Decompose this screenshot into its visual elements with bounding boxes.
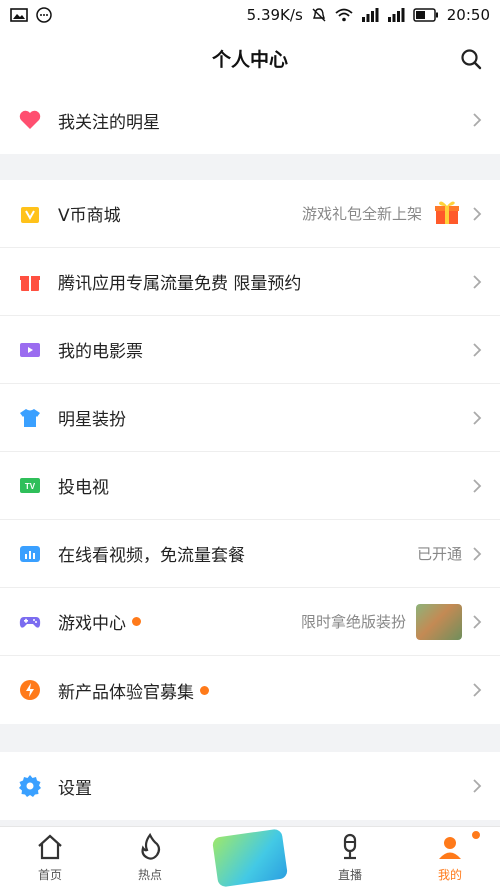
bottom-tab-bar: 首页 热点 直播 我的: [0, 826, 500, 888]
gift-box-icon: [18, 270, 42, 294]
promo-banner-tab[interactable]: [200, 827, 300, 888]
microphone-icon: [335, 832, 365, 862]
list-item[interactable]: 设置: [0, 752, 500, 820]
chevron-right-icon: [473, 113, 482, 127]
tshirt-icon: [18, 406, 42, 430]
list-item[interactable]: 我关注的明星: [0, 86, 500, 154]
list-item-label: 我关注的明星: [58, 112, 160, 133]
notification-dot: [132, 617, 141, 626]
list-item-right: [472, 778, 482, 794]
list-item-right: [472, 342, 482, 358]
page-header: 个人中心: [0, 30, 500, 88]
gallery-icon: [10, 8, 28, 22]
following-section: 我关注的明星: [0, 86, 500, 154]
tab-label: 我的: [437, 868, 462, 882]
chevron-right-icon: [473, 206, 482, 221]
list-item[interactable]: 明星装扮: [0, 384, 500, 452]
list-item-right: [472, 682, 482, 698]
wifi-icon: [335, 8, 353, 22]
chevron-right-icon: [473, 342, 482, 357]
lightning-icon: [18, 678, 42, 702]
list-item-right: 已开通: [417, 543, 482, 564]
gear-icon: [18, 774, 42, 798]
search-icon[interactable]: [460, 48, 482, 70]
chart-icon: [18, 542, 42, 566]
chevron-right-icon: [473, 410, 482, 425]
chevron-right-icon: [473, 779, 482, 793]
services-section: V币商城 游戏礼包全新上架腾讯应用专属流量免费 限量预约 我的电影票明星装扮 TV 投电…: [0, 180, 500, 724]
list-item-right: [472, 112, 482, 128]
movie-ticket-icon: [18, 338, 42, 362]
list-item-right: [472, 410, 482, 426]
tab-flame[interactable]: 热点: [100, 827, 200, 888]
tab-label: 首页: [37, 868, 62, 882]
notification-dot: [470, 829, 482, 841]
list-item-label: 游戏中心: [58, 614, 126, 634]
list-item-label: 设置: [58, 778, 92, 799]
list-item[interactable]: V币商城 游戏礼包全新上架: [0, 180, 500, 248]
list-item[interactable]: 在线看视频，免流量套餐 已开通: [0, 520, 500, 588]
gamepad-icon: [18, 610, 42, 634]
clock: 20:50: [446, 6, 490, 24]
status-bar: 5.39K/s 20:50: [0, 0, 500, 30]
list-item-label: 我的电影票: [58, 342, 143, 362]
list-item-label: V币商城: [58, 206, 121, 226]
chevron-right-icon: [473, 274, 482, 289]
notification-dot: [200, 685, 209, 695]
list-item-right: 游戏礼包全新上架: [302, 197, 482, 231]
tab-label: 直播: [337, 868, 362, 882]
settings-section: 设置: [0, 752, 500, 820]
flame-icon: [135, 832, 165, 862]
heart-icon: [18, 108, 42, 132]
list-item[interactable]: 新产品体验官募集: [0, 656, 500, 724]
list-item-hint: 已开通: [416, 545, 462, 563]
v-coin-icon: [18, 202, 42, 226]
list-item-label: 明星装扮: [58, 410, 126, 430]
profile-icon: [435, 832, 465, 862]
signal-icon: [387, 8, 405, 22]
list-item-hint: 限时拿绝版装扮: [300, 613, 406, 631]
signal-icon: [361, 8, 379, 22]
list-item-hint: 游戏礼包全新上架: [301, 205, 422, 223]
battery-icon: [413, 8, 438, 22]
list-item-label: 投电视: [58, 478, 109, 498]
list-item[interactable]: 游戏中心 限时拿绝版装扮: [0, 588, 500, 656]
tab-microphone[interactable]: 直播: [300, 827, 400, 888]
list-item-right: [472, 274, 482, 290]
tab-profile[interactable]: 我的: [400, 827, 500, 888]
chevron-right-icon: [473, 683, 482, 697]
tab-home[interactable]: 首页: [0, 827, 100, 888]
list-item[interactable]: 我的电影票: [0, 316, 500, 384]
list-item-label: 腾讯应用专属流量免费 限量预约: [58, 274, 302, 294]
page-title: 个人中心: [211, 49, 288, 71]
list-item[interactable]: 腾讯应用专属流量免费 限量预约: [0, 248, 500, 316]
list-item-right: [472, 478, 482, 494]
chevron-right-icon: [473, 546, 482, 561]
chevron-right-icon: [473, 614, 482, 629]
list-item[interactable]: TV 投电视: [0, 452, 500, 520]
message-icon: [36, 7, 52, 23]
gift-icon: [432, 197, 462, 231]
network-speed: 5.39K/s: [246, 6, 303, 24]
list-item-label: 新产品体验官募集: [58, 682, 194, 703]
home-icon: [35, 832, 65, 862]
chevron-right-icon: [473, 478, 482, 493]
promo-banner[interactable]: [211, 827, 289, 888]
list-item-right: 限时拿绝版装扮: [300, 603, 482, 640]
tab-label: 热点: [137, 868, 162, 882]
svg-text:TV: TV: [25, 482, 36, 491]
tv-icon: TV: [18, 474, 42, 498]
list-item-label: 在线看视频，免流量套餐: [58, 546, 245, 566]
game-thumbnail: [416, 603, 462, 640]
mute-icon: [312, 8, 326, 22]
